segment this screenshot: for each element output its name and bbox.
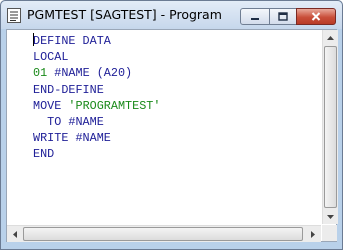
window-title: PGMTEST [SAGTEST] - Program — [27, 7, 222, 22]
code-line[interactable]: END-DEFINE — [33, 82, 160, 98]
code-literal: 'PROGRAMTEST' — [68, 98, 161, 113]
arrow-down-icon — [327, 214, 334, 219]
code-token: LOCAL — [33, 50, 69, 65]
arrow-right-icon — [311, 230, 315, 238]
vertical-scrollbar[interactable] — [322, 30, 338, 224]
scroll-right-button[interactable] — [305, 226, 321, 242]
code-line[interactable]: END — [33, 146, 160, 162]
code-token: MOVE — [33, 98, 69, 113]
scroll-up-button[interactable] — [323, 30, 338, 45]
code-line[interactable]: DEFINE DATA — [33, 33, 160, 49]
source-code[interactable]: DEFINE DATA LOCAL 01 #NAME (A20) END-DEFINE… — [33, 33, 160, 163]
close-icon — [311, 12, 321, 21]
title-bar[interactable]: PGMTEST [SAGTEST] - Program — [1, 1, 342, 29]
editor-area[interactable]: DEFINE DATA LOCAL 01 #NAME (A20) END-DEFINE… — [6, 29, 338, 242]
maximize-icon — [278, 12, 288, 21]
arrow-up-icon — [327, 35, 334, 40]
scroll-down-button[interactable] — [323, 209, 338, 224]
program-editor-window: PGMTEST [SAGTEST] - Program DEFINE DATA L… — [0, 0, 343, 250]
code-line[interactable]: LOCAL — [33, 49, 160, 65]
code-token: TO #NAME — [33, 114, 104, 129]
program-document-icon — [7, 8, 21, 23]
close-button[interactable] — [296, 8, 336, 25]
code-token: DEFINE DATA — [33, 34, 111, 48]
code-token: WRITE #NAME — [33, 131, 111, 146]
code-token: END — [33, 147, 55, 162]
code-token: #NAME (A20) — [47, 66, 133, 81]
maximize-button[interactable] — [269, 8, 297, 25]
vertical-scroll-thumb[interactable] — [324, 46, 337, 208]
minimize-button[interactable] — [240, 8, 270, 25]
code-line[interactable]: MOVE 'PROGRAMTEST' — [33, 98, 160, 114]
scroll-left-button[interactable] — [7, 226, 22, 242]
code-line[interactable]: TO #NAME — [33, 114, 160, 130]
arrow-left-icon — [12, 230, 17, 238]
horizontal-scrollbar[interactable] — [7, 225, 321, 242]
horizontal-scroll-thumb[interactable] — [23, 227, 303, 241]
scrollbar-corner — [322, 225, 337, 241]
code-line[interactable]: 01 #NAME (A20) — [33, 65, 160, 81]
code-literal: 01 — [33, 66, 48, 81]
minimize-icon — [251, 17, 259, 20]
code-line[interactable]: WRITE #NAME — [33, 130, 160, 146]
code-token: END-DEFINE — [33, 82, 104, 97]
